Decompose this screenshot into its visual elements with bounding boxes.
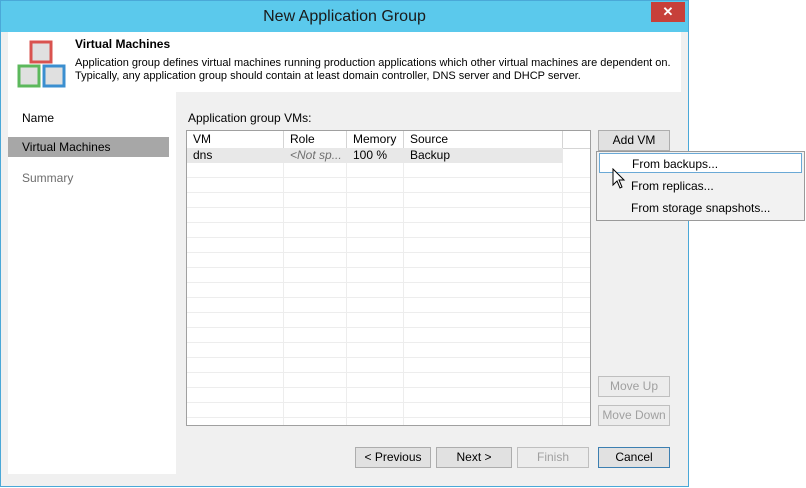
menu-item-from-replicas[interactable]: From replicas... xyxy=(599,176,802,196)
vms-list-label: Application group VMs: xyxy=(188,111,312,125)
column-header-memory[interactable]: Memory xyxy=(347,131,404,148)
mouse-pointer-icon xyxy=(612,168,626,189)
cell-role: <Not sp... xyxy=(290,148,342,162)
description-line-1: Application group defines virtual machin… xyxy=(75,57,671,69)
step-header: Virtual Machines Application group defin… xyxy=(8,32,681,92)
column-header-vm[interactable]: VM xyxy=(187,131,284,148)
add-vm-button[interactable]: Add VM xyxy=(598,130,670,151)
sidebar-item-summary: Summary xyxy=(22,171,74,185)
close-icon: ✕ xyxy=(662,4,674,19)
sidebar-item-name[interactable]: Name xyxy=(8,108,169,128)
cell-vm: dns xyxy=(193,148,213,162)
menu-item-from-storage-snapshots[interactable]: From storage snapshots... xyxy=(599,198,802,218)
add-vm-dropdown-menu: From backups... From replicas... From st… xyxy=(596,151,805,221)
description-line-2: Typically, any application group should … xyxy=(75,70,581,82)
previous-button[interactable]: < Previous xyxy=(355,447,431,468)
title-bar[interactable]: New Application Group ✕ xyxy=(1,1,688,32)
cancel-button[interactable]: Cancel xyxy=(598,447,670,468)
dialog-window: New Application Group ✕ Virtual Machines… xyxy=(0,0,689,487)
table-gridlines xyxy=(187,163,590,425)
menu-item-from-backups[interactable]: From backups... xyxy=(599,153,802,173)
window-title: New Application Group xyxy=(263,8,426,25)
wizard-steps-sidebar: Name Virtual Machines Summary xyxy=(8,92,176,474)
step-content: Application group VMs: VM Role Memory So… xyxy=(176,92,681,474)
table-row[interactable]: dns <Not sp... 100 % Backup xyxy=(187,148,563,163)
cell-memory: 100 % xyxy=(353,148,388,162)
move-up-button[interactable]: Move Up xyxy=(598,376,670,397)
step-title: Virtual Machines xyxy=(75,37,171,51)
move-down-button[interactable]: Move Down xyxy=(598,405,670,426)
sidebar-item-virtual-machines[interactable]: Virtual Machines xyxy=(8,137,169,157)
finish-button[interactable]: Finish xyxy=(517,447,589,468)
step-description: Application group defines virtual machin… xyxy=(75,57,675,83)
application-group-icon xyxy=(17,40,66,88)
next-button[interactable]: Next > xyxy=(436,447,512,468)
column-header-role[interactable]: Role xyxy=(284,131,347,148)
close-button[interactable]: ✕ xyxy=(651,2,685,22)
vm-table[interactable]: VM Role Memory Source dns <Not sp... 100… xyxy=(186,130,591,426)
column-header-source[interactable]: Source xyxy=(404,131,563,148)
table-header: VM Role Memory Source xyxy=(187,131,590,149)
cell-source: Backup xyxy=(410,148,451,162)
